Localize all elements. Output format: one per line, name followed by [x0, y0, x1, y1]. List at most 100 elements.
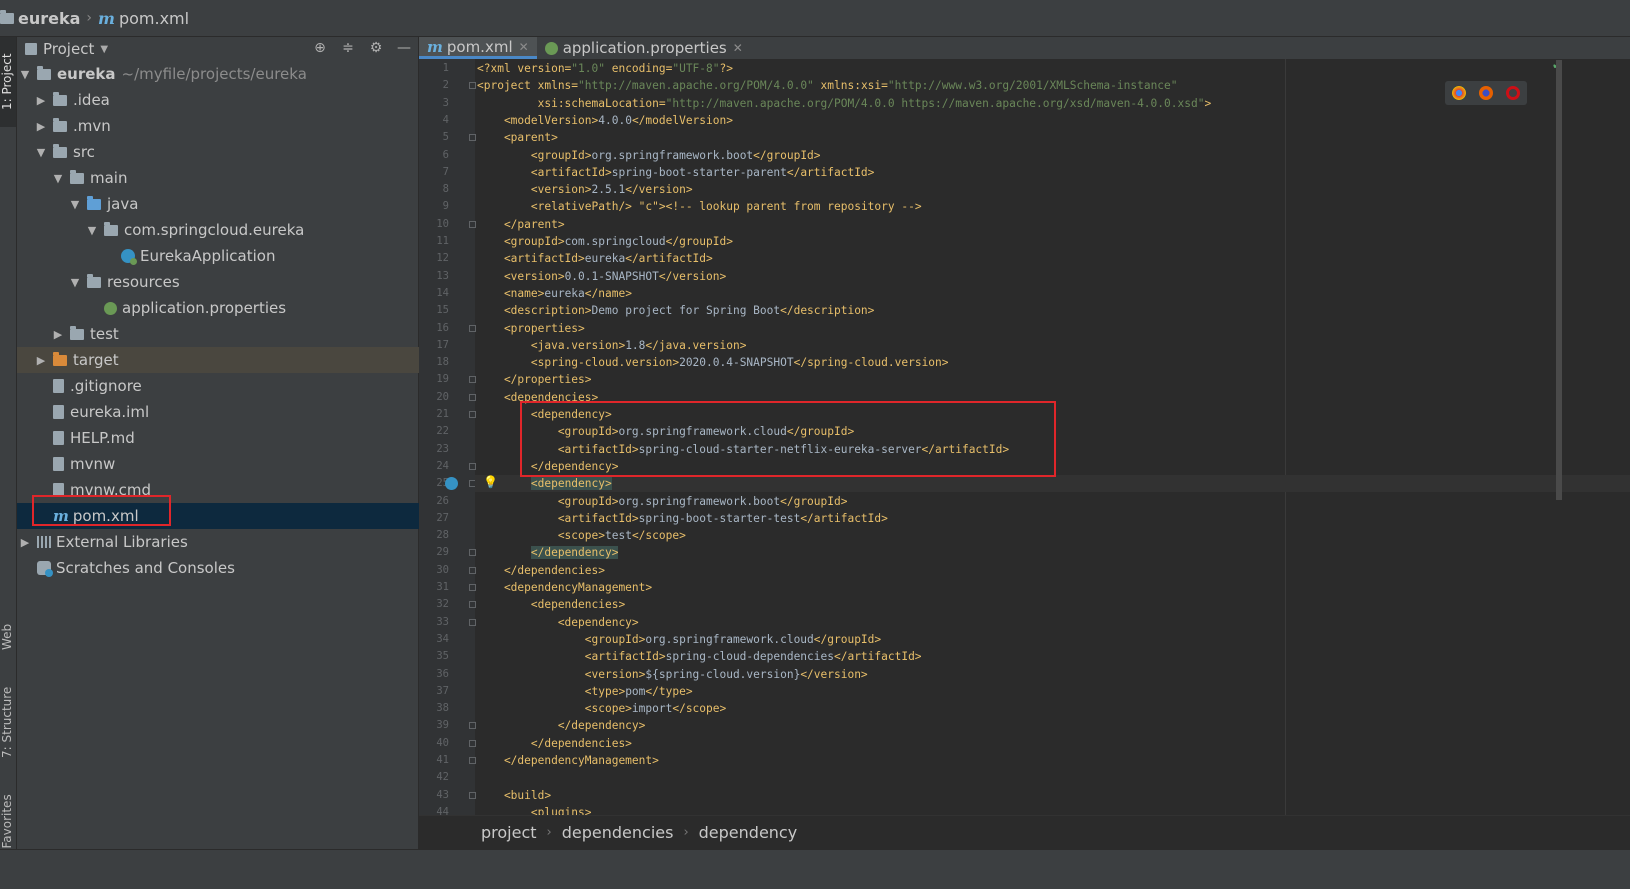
code-editor[interactable]: 1 2 3 4 5 6 7 8 9 10 11 12 13 14 15 16 17 18 19 20 21 22 23 24 2… — [419, 59, 1630, 815]
expanded-arrow-icon[interactable]: ▼ — [86, 224, 98, 237]
fold-marker-icon[interactable] — [469, 618, 476, 626]
expanded-arrow-icon[interactable]: ▼ — [52, 172, 64, 185]
opera-icon[interactable] — [1506, 86, 1521, 100]
fold-marker-icon[interactable] — [469, 220, 476, 228]
code-line: <properties> — [477, 321, 585, 335]
tree-item-mvnw-cmd[interactable]: mvnw.cmd — [17, 477, 454, 503]
fold-marker-icon[interactable] — [469, 393, 476, 401]
line-number: 17 — [436, 338, 449, 351]
collapsed-arrow-icon[interactable]: ▶ — [19, 536, 31, 549]
fold-marker-icon[interactable] — [469, 584, 476, 591]
tree-item-mvn[interactable]: ▶ .mvn — [17, 113, 436, 139]
text-file-icon — [53, 483, 64, 497]
tree-item-gitignore[interactable]: .gitignore — [17, 373, 454, 399]
collapsed-arrow-icon[interactable]: ▶ — [52, 328, 64, 341]
tree-item-scratches[interactable]: Scratches and Consoles — [17, 555, 438, 581]
tree-item-main[interactable]: ▼ main — [17, 165, 453, 191]
line-number: 34 — [436, 632, 449, 645]
tree-item-package[interactable]: ▼ com.springcloud.eureka — [17, 217, 487, 243]
expanded-arrow-icon[interactable]: ▼ — [19, 68, 31, 81]
folder-icon — [53, 91, 67, 106]
line-number: 39 — [436, 719, 449, 732]
code-line: <build> — [477, 788, 552, 802]
tree-item-src[interactable]: ▼ src — [17, 139, 436, 165]
collapse-icon[interactable]: ≑ — [340, 40, 356, 56]
close-icon[interactable]: ✕ — [733, 41, 743, 55]
line-number: 18 — [436, 356, 449, 369]
tree-label: eureka.iml — [70, 403, 150, 421]
line-number: 35 — [436, 650, 449, 663]
library-icon — [37, 536, 51, 548]
fold-marker-icon[interactable] — [469, 134, 476, 142]
code-line: <dependencies> — [477, 390, 599, 404]
expanded-arrow-icon[interactable]: ▼ — [69, 198, 81, 211]
spring-properties-icon — [544, 41, 558, 55]
tab-label: pom.xml — [446, 37, 513, 56]
fold-marker-icon[interactable] — [469, 82, 476, 90]
collapsed-arrow-icon[interactable]: ▶ — [35, 94, 47, 107]
tree-item-mvnw[interactable]: mvnw — [17, 451, 454, 477]
nav-crumb-file[interactable]: m pom.xml — [98, 9, 189, 28]
crosshair-icon[interactable]: ⊕ — [312, 40, 328, 56]
tree-item-java[interactable]: ▼ java — [17, 191, 470, 217]
tool-tab-structure[interactable]: 7: Structure — [0, 677, 16, 767]
line-number: 28 — [436, 529, 449, 542]
spring-bean-gutter-icon[interactable] — [445, 477, 458, 491]
vertical-scrollbar[interactable] — [1556, 60, 1562, 500]
code-line: <groupId>org.springframework.boot</group… — [477, 494, 848, 508]
fold-marker-icon[interactable] — [469, 376, 476, 384]
folder-icon — [53, 117, 67, 132]
left-tool-strip: 1: Project Web 7: Structure 2: Favorites — [0, 37, 17, 888]
fold-marker-icon[interactable] — [469, 411, 476, 418]
tree-item-pom-xml[interactable]: m pom.xml — [17, 503, 454, 529]
tree-item-test[interactable]: ▶ test — [17, 321, 453, 347]
fold-marker-icon[interactable] — [469, 549, 476, 557]
collapsed-arrow-icon[interactable]: ▶ — [35, 120, 47, 133]
tree-item-resources[interactable]: ▼ resources — [17, 269, 470, 295]
maven-icon: m — [427, 37, 443, 56]
dropdown-icon[interactable]: ▼ — [100, 44, 108, 55]
collapsed-arrow-icon[interactable]: ▶ — [35, 354, 47, 367]
expanded-arrow-icon[interactable]: ▼ — [35, 146, 47, 159]
gear-icon[interactable]: ⚙ — [368, 40, 384, 56]
line-number: 13 — [436, 269, 449, 282]
firefox-icon[interactable] — [1478, 86, 1493, 100]
fold-marker-icon[interactable] — [469, 462, 476, 470]
project-panel: Project ▼ ⊕ ≑ ⚙ — ▼ eureka ~/myfile/proj… — [17, 37, 454, 888]
nav-crumb-project[interactable]: eureka — [0, 9, 80, 28]
fold-marker-icon[interactable] — [469, 722, 476, 730]
tree-item-idea[interactable]: ▶ .idea — [17, 87, 436, 113]
code-line: <dependencies> — [477, 598, 626, 612]
tree-item-eureka-iml[interactable]: eureka.iml — [17, 399, 454, 425]
line-number: 15 — [436, 304, 449, 317]
fold-marker-icon[interactable] — [469, 324, 476, 332]
close-icon[interactable]: ✕ — [519, 40, 529, 54]
fold-marker-icon[interactable] — [469, 757, 476, 764]
tool-tab-web[interactable]: Web — [0, 607, 16, 667]
fold-marker-icon[interactable] — [469, 791, 476, 799]
crumb-dependency[interactable]: dependency — [699, 823, 798, 842]
tree-item-target[interactable]: ▶ target — [17, 347, 436, 373]
package-icon — [104, 221, 118, 236]
tree-item-external-libraries[interactable]: ▶ External Libraries — [17, 529, 420, 555]
line-number: 20 — [436, 390, 449, 403]
markdown-file-icon — [53, 431, 64, 445]
code-line: </properties> — [477, 373, 592, 387]
code-line: xsi:schemaLocation="http://maven.apache.… — [477, 96, 1212, 110]
lightbulb-icon[interactable]: 💡 — [483, 475, 498, 489]
tree-item-help-md[interactable]: HELP.md — [17, 425, 454, 451]
code-line: <artifactId>spring-boot-starter-test</ar… — [477, 511, 888, 525]
tab-application-properties[interactable]: application.properties ✕ — [537, 37, 751, 59]
crumb-dependencies[interactable]: dependencies — [562, 823, 674, 842]
project-view-selector[interactable]: Project — [43, 40, 94, 58]
minimize-icon[interactable]: — — [396, 40, 412, 56]
expanded-arrow-icon[interactable]: ▼ — [69, 276, 81, 289]
crumb-project[interactable]: project — [481, 823, 537, 842]
tree-item-eureka[interactable]: ▼ eureka ~/myfile/projects/eureka — [17, 61, 420, 87]
chrome-icon[interactable] — [1451, 86, 1466, 100]
fold-marker-icon[interactable] — [469, 739, 476, 747]
fold-marker-icon[interactable] — [469, 566, 476, 574]
tool-tab-project[interactable]: 1: Project — [0, 37, 16, 127]
fold-marker-icon[interactable] — [469, 601, 476, 609]
tab-pom-xml[interactable]: m pom.xml ✕ — [419, 37, 537, 59]
